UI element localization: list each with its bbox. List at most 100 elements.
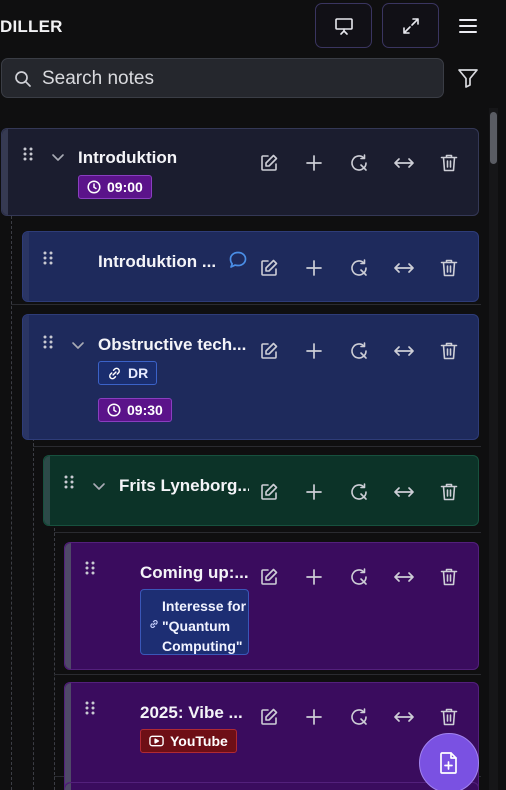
add-child-button[interactable] [291,256,336,280]
menu-button[interactable] [455,14,481,38]
note-actions [246,256,471,280]
delete-button[interactable] [426,151,471,175]
edit-button[interactable] [246,480,291,504]
chevron-down-icon[interactable] [51,153,65,163]
scrollbar[interactable] [489,108,498,790]
resize-width-icon [393,158,414,168]
note-title[interactable]: 2025: Vibe ... [140,703,250,723]
delete-icon [440,708,457,726]
drag-handle-icon[interactable] [23,147,33,161]
drag-handle-icon[interactable] [85,561,95,575]
refresh-button[interactable] [336,256,381,280]
fullscreen-button[interactable] [382,3,439,48]
resize-width-icon [393,572,414,582]
add-child-button[interactable] [291,480,336,504]
note-card[interactable]: Introduktion ... [22,231,479,302]
refresh-icon [350,708,367,725]
drag-handle-icon[interactable] [43,251,53,265]
add-child-icon [305,484,322,500]
link-preview[interactable]: Interesse for "Quantum Computing" [140,589,249,655]
delete-button[interactable] [426,565,471,589]
refresh-icon [350,342,367,359]
time-label: 09:30 [127,402,163,418]
search-icon [15,71,31,87]
time-label: 09:00 [107,179,143,195]
add-child-icon [305,155,322,171]
add-child-button[interactable] [291,705,336,729]
note-title[interactable]: Coming up:... [140,563,250,583]
scrollbar-thumb[interactable] [490,112,497,164]
add-child-icon [305,709,322,725]
note-card[interactable]: Coming up:... Interesse for "Quantum Com… [64,542,479,670]
edit-icon [260,483,277,500]
edit-button[interactable] [246,256,291,280]
search-input[interactable] [42,65,432,93]
drag-handle-icon[interactable] [43,335,53,349]
link-preview-text: Interesse for "Quantum Computing" [162,598,247,654]
expand-icon [402,17,419,34]
note-title[interactable]: Introduktion ... [98,252,228,272]
add-child-button[interactable] [291,565,336,589]
note-card[interactable]: 2025: Vibe ... YouTube [64,682,479,790]
refresh-button[interactable] [336,565,381,589]
edit-button[interactable] [246,705,291,729]
refresh-button[interactable] [336,339,381,363]
refresh-button[interactable] [336,705,381,729]
edit-button[interactable] [246,565,291,589]
resize-button[interactable] [381,705,426,729]
refresh-button[interactable] [336,151,381,175]
tree-line [11,216,12,790]
refresh-button[interactable] [336,480,381,504]
note-card[interactable] [64,782,479,790]
note-card[interactable]: Obstructive tech... DR 09:30 [22,314,479,440]
note-title[interactable]: Obstructive tech... [98,335,248,355]
comment-icon[interactable] [228,250,248,270]
resize-width-icon [393,487,414,497]
presentation-button[interactable] [315,3,372,48]
drag-handle-icon[interactable] [85,701,95,715]
tree-line [54,528,55,790]
delete-icon [440,568,457,586]
chevron-down-icon[interactable] [92,482,106,492]
delete-icon [440,259,457,277]
link-badge[interactable]: DR [98,361,158,385]
divider [33,446,481,447]
note-title[interactable]: Introduktion [78,148,248,168]
delete-button[interactable] [426,705,471,729]
add-note-button[interactable] [419,733,479,790]
add-child-button[interactable] [291,339,336,363]
presentation-icon [334,17,353,35]
note-card[interactable]: Frits Lyneborg... [43,455,479,526]
clock-icon [107,403,121,417]
resize-button[interactable] [381,339,426,363]
delete-button[interactable] [426,480,471,504]
resize-button[interactable] [381,565,426,589]
delete-button[interactable] [426,339,471,363]
hamburger-menu-icon [459,19,477,33]
resize-width-icon [393,263,414,273]
filter-button[interactable] [457,67,481,91]
resize-button[interactable] [381,256,426,280]
note-actions [246,565,471,589]
edit-button[interactable] [246,151,291,175]
chevron-down-icon[interactable] [71,341,85,351]
delete-icon [440,342,457,360]
refresh-icon [350,568,367,585]
note-card[interactable]: Introduktion 09:00 [1,128,479,216]
resize-button[interactable] [381,480,426,504]
edit-icon [260,342,277,359]
divider [54,532,481,533]
notes-tree: Introduktion 09:00 Introduktion ... Obst… [0,108,490,790]
resize-width-icon [393,712,414,722]
divider [11,304,481,305]
link-icon [109,367,120,379]
resize-button[interactable] [381,151,426,175]
delete-icon [440,154,457,172]
edit-button[interactable] [246,339,291,363]
delete-button[interactable] [426,256,471,280]
drag-handle-icon[interactable] [64,475,74,489]
refresh-icon [350,259,367,276]
add-child-button[interactable] [291,151,336,175]
youtube-badge[interactable]: YouTube [140,729,237,753]
note-title[interactable]: Frits Lyneborg... [119,476,249,496]
